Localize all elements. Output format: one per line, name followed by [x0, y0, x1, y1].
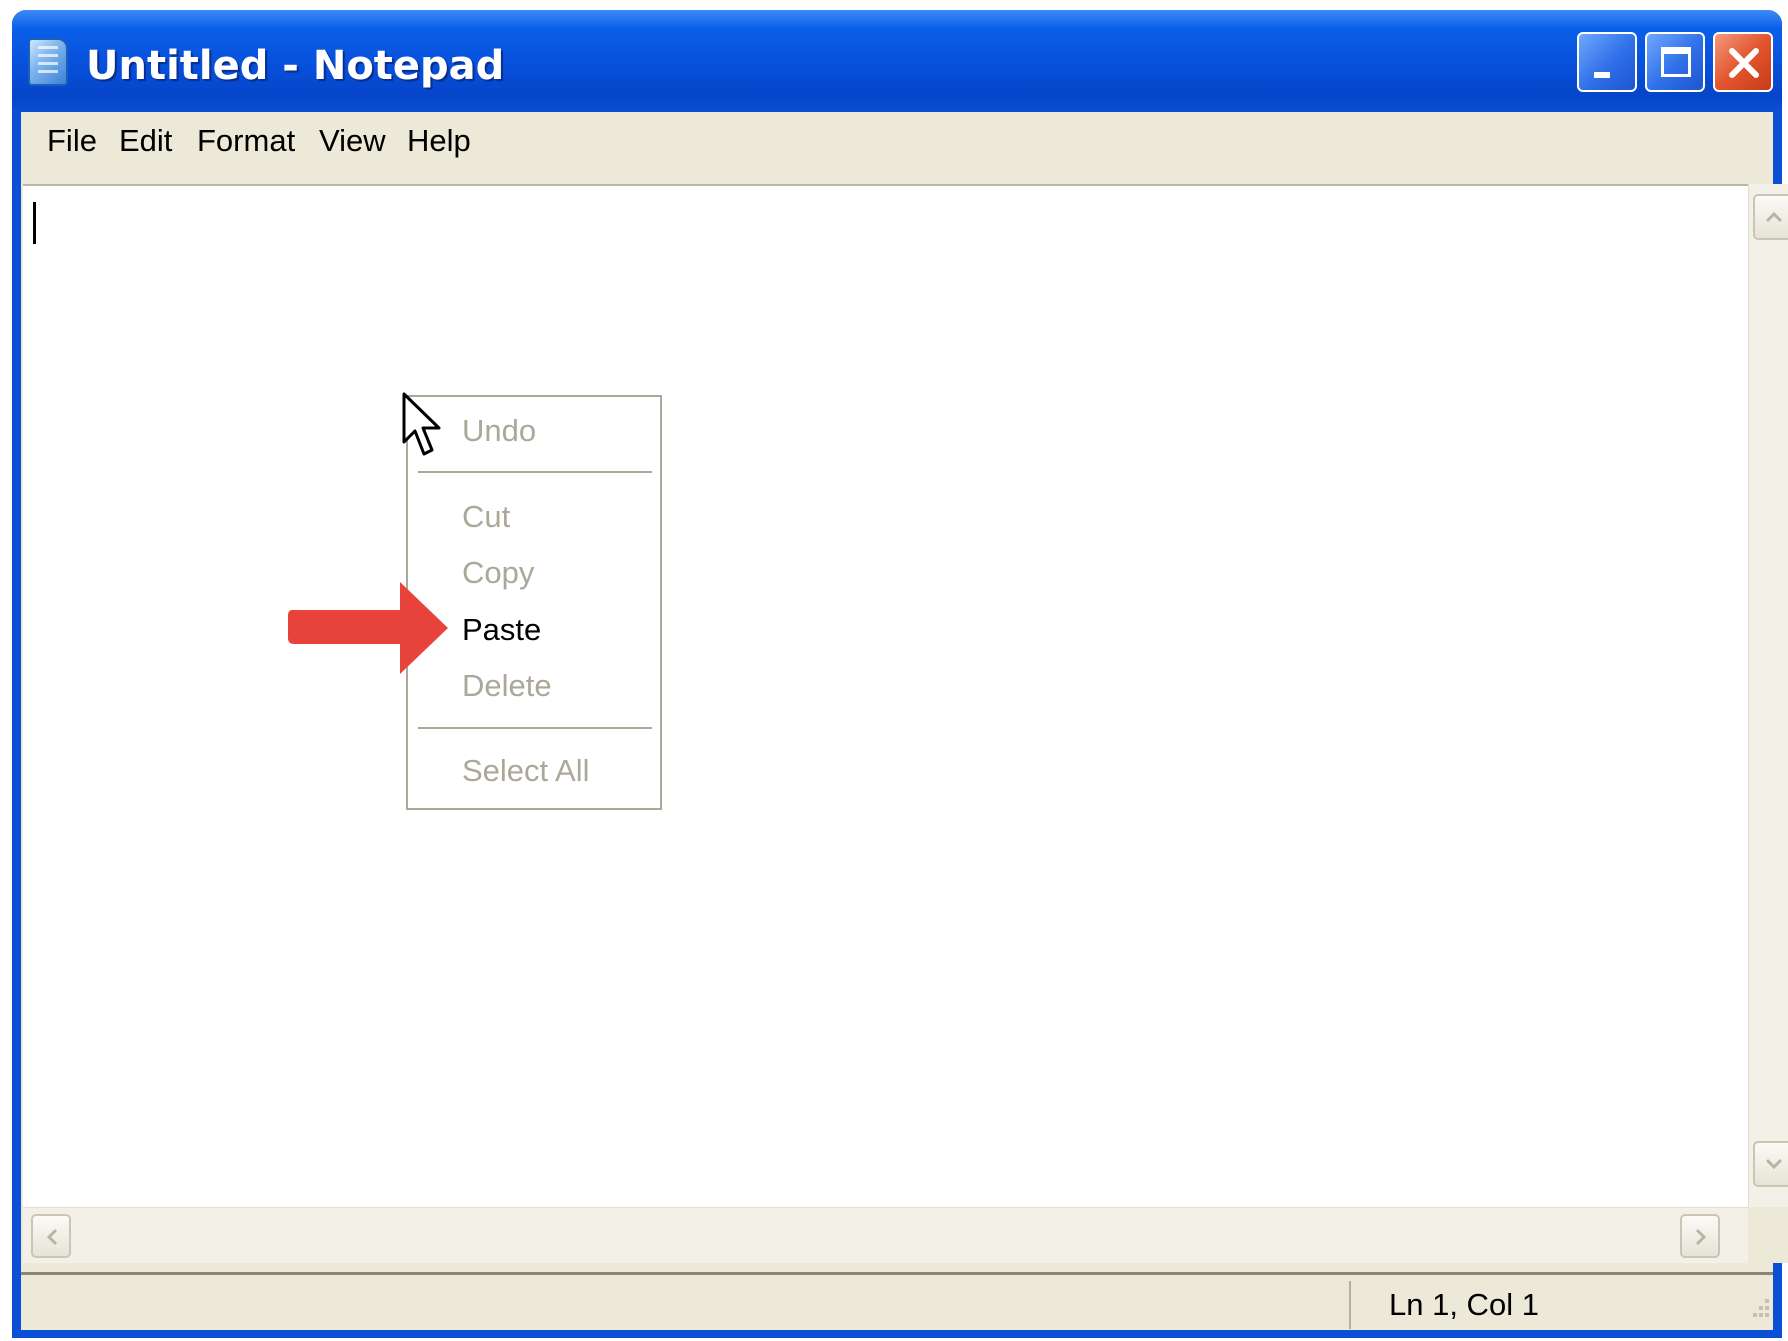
status-bar: Ln 1, Col 1	[21, 1272, 1773, 1330]
menu-view[interactable]: View	[319, 125, 386, 156]
horizontal-scrollbar[interactable]	[23, 1207, 1748, 1263]
window-title: Untitled - Notepad	[86, 43, 505, 89]
text-caret	[33, 202, 36, 244]
title-bar[interactable]: Untitled - Notepad	[12, 10, 1782, 112]
menu-item-select-all[interactable]: Select All	[462, 755, 590, 786]
menu-separator	[418, 471, 652, 473]
scroll-right-button[interactable]	[1680, 1214, 1720, 1258]
maximize-icon	[1661, 47, 1691, 77]
menu-separator	[418, 727, 652, 729]
scroll-left-button[interactable]	[31, 1214, 71, 1258]
notepad-window: Untitled - Notepad File Edit Format View…	[12, 10, 1788, 1338]
maximize-button[interactable]	[1645, 32, 1705, 92]
red-arrow-icon	[288, 582, 448, 674]
cursor-position: Ln 1, Col 1	[1389, 1287, 1539, 1322]
chevron-left-icon	[46, 1228, 58, 1246]
menu-item-delete[interactable]: Delete	[462, 670, 552, 701]
chevron-right-icon	[1695, 1228, 1707, 1246]
text-editor[interactable]	[23, 184, 1748, 1207]
menu-file[interactable]: File	[47, 125, 97, 156]
menu-help[interactable]: Help	[407, 125, 471, 156]
menu-item-cut[interactable]: Cut	[462, 501, 510, 532]
scroll-down-button[interactable]	[1753, 1141, 1788, 1187]
status-divider	[1349, 1281, 1351, 1329]
close-icon	[1729, 48, 1759, 78]
chevron-down-icon	[1765, 1158, 1783, 1170]
resize-grip-icon[interactable]	[1743, 1293, 1771, 1323]
client-area: File Edit Format View Help Ln 1, Col 1	[21, 112, 1788, 1330]
menu-item-paste[interactable]: Paste	[462, 614, 541, 645]
notepad-icon[interactable]	[28, 38, 68, 86]
menu-format[interactable]: Format	[197, 125, 295, 156]
menu-edit[interactable]: Edit	[119, 125, 172, 156]
menu-item-undo[interactable]: Undo	[462, 415, 536, 446]
menu-item-copy[interactable]: Copy	[462, 557, 534, 588]
minimize-button[interactable]	[1577, 32, 1637, 92]
chevron-up-icon	[1765, 211, 1783, 223]
minimize-icon	[1594, 72, 1610, 78]
close-button[interactable]	[1713, 32, 1773, 92]
mouse-pointer-icon	[402, 392, 441, 456]
scroll-up-button[interactable]	[1753, 194, 1788, 240]
scrollbar-corner	[1748, 1207, 1788, 1263]
menu-bar: File Edit Format View Help	[21, 112, 1773, 168]
vertical-scrollbar[interactable]	[1748, 184, 1788, 1207]
